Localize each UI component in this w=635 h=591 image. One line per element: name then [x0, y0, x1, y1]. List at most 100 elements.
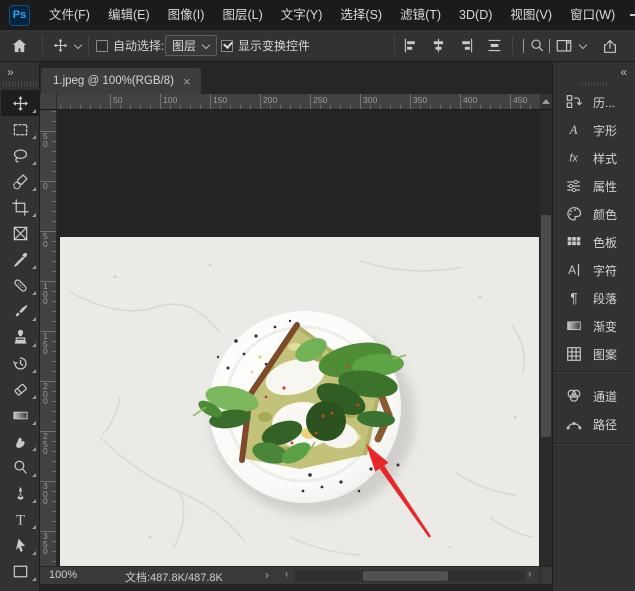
type-tool[interactable]: T [1, 506, 39, 532]
menu-item-select[interactable]: 选择(S) [331, 0, 391, 30]
pen-tool[interactable] [1, 480, 39, 506]
panel-tab-swatches[interactable]: 色板 [553, 229, 635, 255]
status-bar-corner [540, 567, 552, 585]
v-ruler-label: 3 0 0 [43, 483, 48, 506]
home-button[interactable] [10, 30, 29, 61]
path-selection-tool[interactable] [1, 532, 39, 558]
swatches-icon [564, 232, 584, 252]
move-tool[interactable] [1, 90, 39, 116]
document-tab-title: 1.jpeg @ 100%(RGB/8) [53, 75, 174, 87]
toolbar-grip[interactable] [3, 81, 37, 87]
status-options-chevron[interactable]: › [265, 568, 269, 582]
panel-tab-label: 图案 [593, 346, 617, 363]
options-bar: 自动选择: 图层 显示变换控件 [0, 30, 635, 62]
scroll-right-icon[interactable]: › [528, 569, 531, 580]
panel-tab-patterns[interactable]: 图案 [553, 341, 635, 367]
document-tab[interactable]: 1.jpeg @ 100%(RGB/8) × [41, 68, 201, 94]
workspace-button[interactable] [555, 30, 587, 61]
zoom-level-field[interactable]: 100% [49, 569, 77, 581]
menu-item-filter[interactable]: 滤镜(T) [391, 0, 450, 30]
status-bar: 100% 文档:487.8K/487.8K › ‹ › [40, 566, 552, 584]
quick-selection-tool[interactable] [1, 168, 39, 194]
panel-tab-label: 路径 [593, 416, 617, 433]
scroll-left-icon[interactable]: ‹ [285, 569, 288, 580]
distribute-button[interactable] [486, 30, 503, 61]
document-info: 文档:487.8K/487.8K [125, 569, 223, 585]
h-ruler-label: 400 [463, 95, 477, 105]
dodge-tool[interactable] [1, 454, 39, 480]
menu-item-type[interactable]: 文字(Y) [272, 0, 332, 30]
show-transform-checkbox[interactable] [221, 30, 233, 61]
align-center-button[interactable] [430, 30, 447, 61]
panel-tab-glyphs[interactable]: A字形 [553, 117, 635, 143]
menu-item-edit[interactable]: 编辑(E) [99, 0, 159, 30]
smudge-tool[interactable] [1, 428, 39, 454]
panel-tab-channels[interactable]: 通道 [553, 383, 635, 409]
svg-text:¶: ¶ [570, 291, 577, 306]
align-right-button[interactable] [458, 30, 475, 61]
h-ruler-label: 150 [213, 95, 227, 105]
panel-tab-history[interactable]: 历... [553, 89, 635, 115]
menu-item-file[interactable]: 文件(F) [40, 0, 99, 30]
panel-tab-character[interactable]: A字符 [553, 257, 635, 283]
panel-tab-color[interactable]: 颜色 [553, 201, 635, 227]
h-ruler-label: 200 [263, 95, 277, 105]
rectangle-tool[interactable] [1, 558, 39, 584]
clone-stamp-tool[interactable] [1, 324, 39, 350]
panel-tab-properties[interactable]: 属性 [553, 173, 635, 199]
panel-tab-gradients[interactable]: 渐变 [553, 313, 635, 339]
vertical-scrollbar[interactable] [540, 110, 552, 566]
menu-item-3d[interactable]: 3D(D) [450, 0, 501, 30]
gradient-tool[interactable] [1, 402, 39, 428]
search-button[interactable] [528, 30, 546, 61]
menu-bar: Ps 文件(F)编辑(E)图像(I)图层(L)文字(Y)选择(S)滤镜(T)3D… [0, 0, 635, 30]
crop-tool[interactable] [1, 194, 39, 220]
horizontal-ruler: 50100150200250300350400450 [57, 94, 540, 110]
vertical-scrollbar-thumb[interactable] [541, 215, 551, 437]
panel-tab-label: 字形 [593, 122, 617, 139]
panel-tab-paths[interactable]: 路径 [553, 411, 635, 437]
rectangular-marquee-tool[interactable] [1, 116, 39, 142]
chevron-down-icon [580, 42, 587, 49]
brush-tool[interactable] [1, 298, 39, 324]
eyedropper-tool[interactable] [1, 246, 39, 272]
panel-tab-paragraph[interactable]: ¶段落 [553, 285, 635, 311]
properties-icon [564, 176, 584, 196]
toolbar-collapse-button[interactable]: » [7, 65, 14, 79]
workspace-icon [555, 37, 573, 55]
svg-text:fx: fx [569, 153, 578, 165]
tab-close-icon[interactable]: × [183, 74, 191, 89]
move-tool-icon [52, 37, 69, 54]
menu-item-layer[interactable]: 图层(L) [213, 0, 271, 30]
minimize-button[interactable] [624, 6, 635, 24]
current-tool-button[interactable] [52, 30, 82, 61]
panel-tab-styles[interactable]: fx 样式 [553, 145, 635, 171]
history-brush-tool[interactable] [1, 350, 39, 376]
ruler-corner [40, 94, 57, 110]
eraser-tool[interactable] [1, 376, 39, 402]
spot-healing-brush-tool[interactable] [1, 272, 39, 298]
v-ruler-label: 5 0 [43, 233, 48, 248]
panel-collapse-button[interactable]: « [620, 65, 627, 79]
channels-icon [564, 386, 584, 406]
horizontal-scrollbar[interactable] [295, 570, 525, 582]
align-left-button[interactable] [402, 30, 419, 61]
arrow-up-icon [542, 99, 550, 104]
food-photo[interactable] [60, 237, 539, 568]
frame-tool[interactable] [1, 220, 39, 246]
menu-item-window[interactable]: 窗口(W) [561, 0, 624, 30]
menu-item-view[interactable]: 视图(V) [501, 0, 561, 30]
chevron-down-icon [203, 42, 210, 49]
checkbox-icon [96, 40, 108, 52]
scroll-up-button[interactable] [540, 94, 552, 110]
panel-tab-label: 样式 [593, 150, 617, 167]
h-ruler-label: 450 [513, 95, 527, 105]
lasso-tool[interactable] [1, 142, 39, 168]
share-button[interactable] [601, 30, 619, 61]
panel-grip[interactable] [579, 82, 609, 86]
auto-select-target-dropdown[interactable]: 图层 [165, 30, 217, 61]
auto-select-checkbox[interactable] [96, 30, 108, 61]
menu-item-image[interactable]: 图像(I) [159, 0, 214, 30]
h-ruler-label: 50 [113, 95, 122, 105]
horizontal-scrollbar-thumb[interactable] [363, 571, 448, 581]
